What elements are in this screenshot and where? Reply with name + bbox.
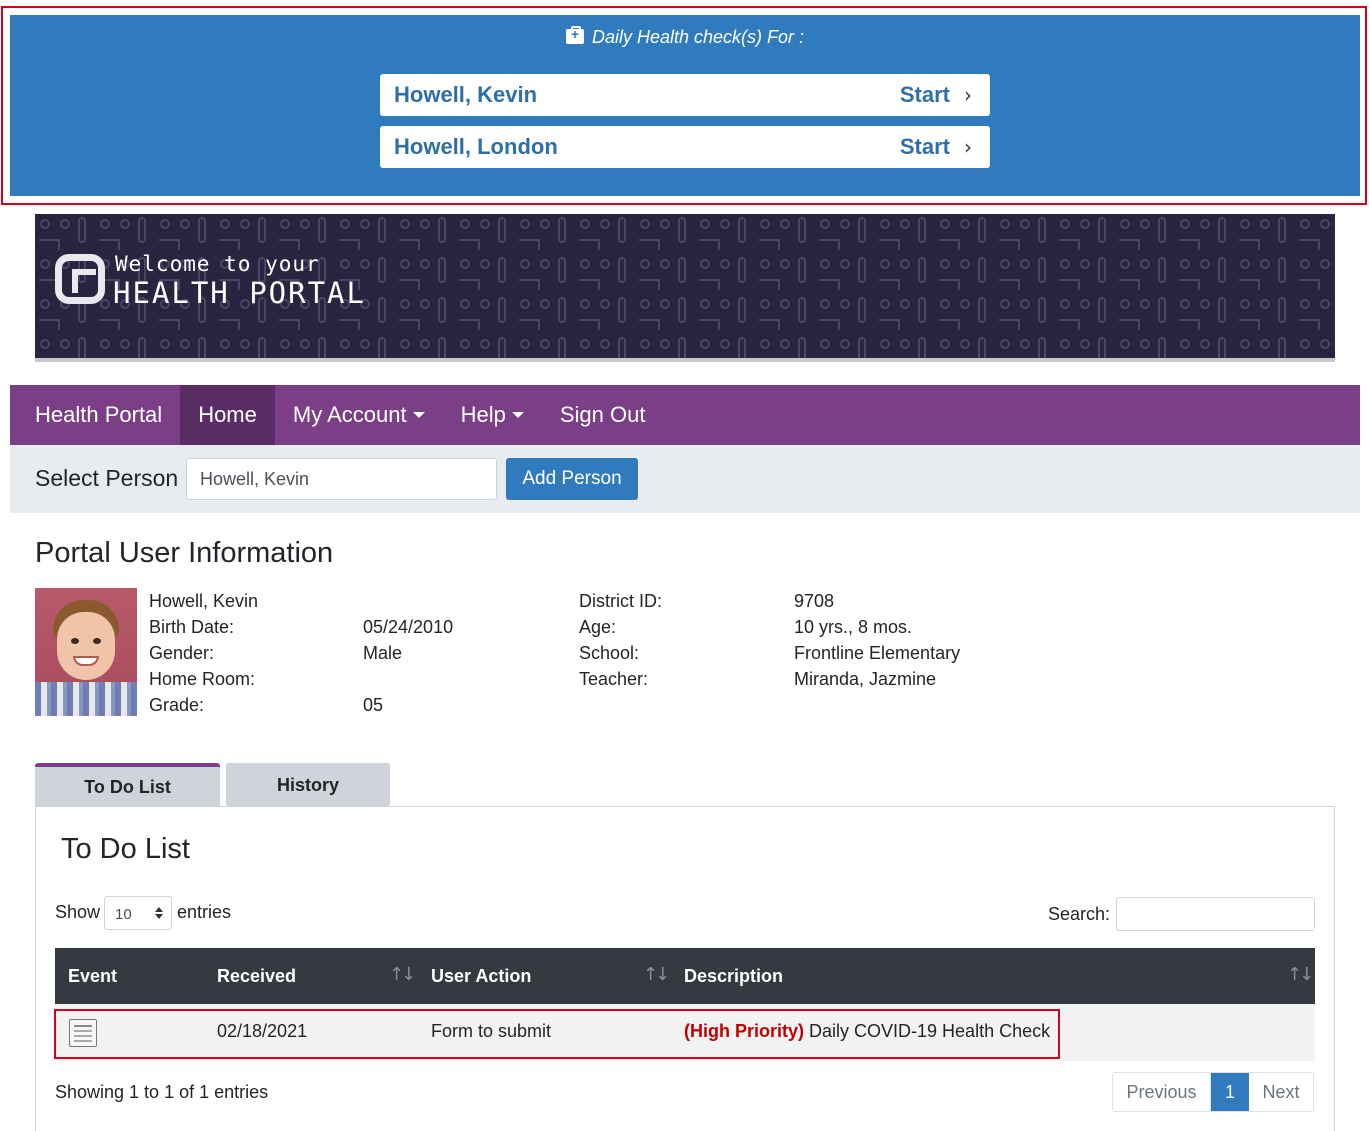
welcome-hero: Welcome to your HEALTH PORTAL <box>35 214 1335 362</box>
info-labels-left: Birth Date: Gender: Home Room: Grade: <box>149 617 256 715</box>
medical-kit-icon <box>565 26 584 44</box>
column-description[interactable]: Description <box>684 966 783 987</box>
home-room-value <box>363 666 453 692</box>
health-check-banner: Daily Health check(s) For : Howell, Kevi… <box>10 15 1360 196</box>
nav-item-home[interactable]: Home <box>180 385 275 445</box>
select-person-label: Select Person <box>35 465 179 491</box>
next-button[interactable]: Next <box>1249 1073 1313 1111</box>
chevron-right-icon: › <box>964 83 972 107</box>
start-button[interactable]: Start <box>900 82 950 108</box>
nav-item-sign-out[interactable]: Sign Out <box>542 385 664 445</box>
info-labels-right: District ID: Age: School: Teacher: <box>579 591 662 689</box>
frontline-logo <box>55 254 105 304</box>
health-check-row-kevin[interactable]: Howell, Kevin Start › <box>380 74 990 116</box>
start-button[interactable]: Start <box>900 134 950 160</box>
health-check-title: Daily Health check(s) For : <box>10 26 1360 48</box>
entries-length-select[interactable]: 10 <box>104 896 172 930</box>
school-value: Frontline Elementary <box>794 643 961 663</box>
caret-down-icon <box>511 412 524 418</box>
caret-down-icon <box>412 412 425 418</box>
nav-item-help[interactable]: Help <box>443 385 542 445</box>
health-check-person-name: Howell, London <box>394 134 558 159</box>
sort-icon[interactable]: ↑↓ <box>643 964 670 985</box>
to-do-title: To Do List <box>61 833 190 865</box>
entries-label: entries <box>177 902 232 922</box>
pagination: Previous 1 Next <box>1112 1072 1314 1112</box>
add-person-button[interactable]: Add Person <box>506 458 638 500</box>
sort-icon[interactable]: ↑↓ <box>389 964 416 985</box>
select-person-input[interactable] <box>186 458 497 500</box>
hero-welcome-text: Welcome to your <box>115 252 320 276</box>
gender-value: Male <box>363 643 403 663</box>
district-id-value: 9708 <box>794 591 835 611</box>
teacher-value: Miranda, Jazmine <box>794 669 937 689</box>
showing-info: Showing 1 to 1 of 1 entries <box>55 1082 269 1102</box>
tab-history[interactable]: History <box>226 763 390 807</box>
hero-portal-text: HEALTH PORTAL <box>113 276 366 310</box>
chevron-right-icon: › <box>964 135 972 159</box>
nav-item-my-account[interactable]: My Account <box>275 385 443 445</box>
row-highlight <box>54 1009 1060 1059</box>
health-check-person-name: Howell, Kevin <box>394 82 538 107</box>
search-input[interactable] <box>1116 897 1315 931</box>
column-received[interactable]: Received <box>217 966 296 987</box>
table-header: Event Received ↑↓ User Action ↑↓ Descrip… <box>55 948 1315 1004</box>
portal-user-info-title: Portal User Information <box>35 537 334 569</box>
tab-to-do-list[interactable]: To Do List <box>35 763 220 807</box>
health-check-row-london[interactable]: Howell, London Start › <box>380 126 990 168</box>
main-nav: Health Portal Home My Account Help Sign … <box>10 385 1360 445</box>
sort-icon[interactable]: ↑↓ <box>1287 964 1314 985</box>
user-photo <box>35 588 137 716</box>
nav-brand[interactable]: Health Portal <box>10 402 180 428</box>
user-name: Howell, Kevin <box>149 591 259 611</box>
column-event[interactable]: Event <box>68 966 117 987</box>
column-user-action[interactable]: User Action <box>431 966 531 987</box>
page-1-button[interactable]: 1 <box>1211 1073 1249 1111</box>
age-value: 10 yrs., 8 mos. <box>794 617 913 637</box>
grade-value: 05 <box>363 695 384 715</box>
info-values-left: 05/24/2010 Male 05 <box>363 614 453 718</box>
search-label: Search: <box>1048 904 1111 924</box>
select-person-bar: Select Person Add Person <box>10 445 1360 513</box>
birth-date-value: 05/24/2010 <box>363 617 454 637</box>
previous-button[interactable]: Previous <box>1113 1073 1211 1111</box>
info-values-right: 9708 10 yrs., 8 mos. Frontline Elementar… <box>794 588 960 692</box>
show-label: Show <box>55 902 101 922</box>
